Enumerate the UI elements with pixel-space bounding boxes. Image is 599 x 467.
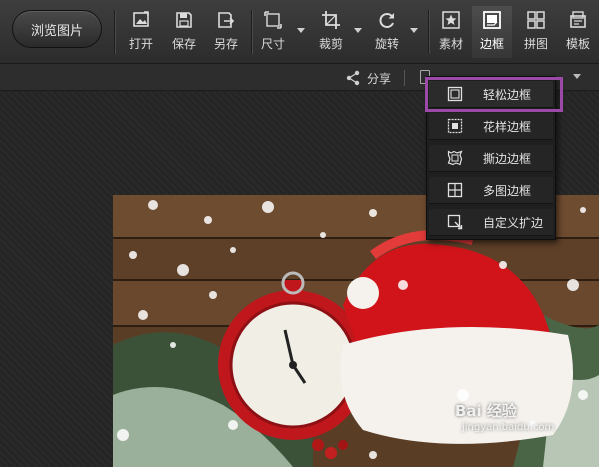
menu-item-label: 自定义扩边 (483, 215, 544, 230)
toolbar-divider (114, 10, 115, 54)
save-as-button[interactable]: 另存 (208, 6, 244, 58)
material-button[interactable]: 素材 (433, 6, 469, 58)
share-button[interactable]: 分享 (345, 68, 391, 88)
border-icon (483, 11, 501, 29)
menu-item-label: 花样边框 (483, 119, 532, 134)
open-button[interactable]: 打开 (122, 6, 160, 58)
rotate-icon (379, 13, 394, 28)
custom-extend-icon (447, 214, 463, 230)
menu-item-label: 多图边框 (483, 183, 532, 198)
save-as-icon (218, 12, 235, 28)
open-image-icon (133, 11, 149, 27)
menu-item-multi-image-border[interactable]: 多图边框 (429, 177, 553, 204)
share-label: 分享 (367, 71, 392, 86)
material-icon (442, 11, 460, 29)
resize-label: 尺寸 (260, 37, 285, 51)
save-button[interactable]: 保存 (166, 6, 202, 58)
share-icon (346, 70, 360, 86)
menu-item-label: 撕边边框 (483, 151, 532, 166)
border-button[interactable]: 边框 (472, 6, 512, 58)
crop-label: 裁剪 (318, 37, 343, 51)
rotate-button[interactable]: 旋转 (370, 6, 404, 58)
menu-item-custom-extend[interactable]: 自定义扩边 (429, 209, 553, 236)
rotate-dropdown-caret[interactable] (410, 28, 418, 33)
template-label: 模板 (565, 37, 590, 51)
crop-icon (322, 11, 340, 29)
pattern-border-icon (447, 118, 463, 134)
border-label: 边框 (479, 37, 504, 51)
rotate-label: 旋转 (374, 37, 399, 51)
template-button[interactable]: 模板 (560, 6, 596, 58)
save-label: 保存 (171, 37, 196, 51)
crop-button[interactable]: 裁剪 (314, 6, 348, 58)
resize-button[interactable]: 尺寸 (256, 6, 290, 58)
menu-item-pattern-border[interactable]: 花样边框 (429, 113, 553, 140)
highlight-annotation-box (425, 77, 563, 112)
collage-label: 拼图 (523, 37, 548, 51)
crop-dropdown-caret[interactable] (354, 28, 362, 33)
collage-button[interactable]: 拼图 (518, 6, 554, 58)
baidu-watermark: Bai 经验 (455, 402, 517, 420)
menu-item-torn-edge-border[interactable]: 撕边边框 (429, 145, 553, 172)
baidu-watermark-url: jingyan.baidu.com (462, 422, 555, 433)
save-as-label: 另存 (213, 37, 238, 51)
subbar-divider (404, 70, 405, 86)
subbar-dropdown-caret[interactable] (573, 74, 581, 79)
material-label: 素材 (438, 37, 463, 51)
collage-icon (527, 11, 545, 29)
resize-dropdown-caret[interactable] (297, 28, 305, 33)
multi-image-border-icon (447, 182, 463, 198)
open-label: 打开 (128, 37, 153, 51)
save-icon (176, 12, 192, 28)
browse-images-button[interactable]: 浏览图片 (12, 10, 102, 48)
template-icon (570, 11, 586, 28)
torn-edge-border-icon (447, 150, 463, 166)
toolbar-divider (428, 10, 429, 54)
toolbar-divider (251, 10, 252, 54)
main-toolbar: 浏览图片 打开 保存 另存 尺寸 裁剪 旋转 素材 边框 拼图 模板 (0, 0, 599, 64)
resize-icon (264, 11, 282, 29)
